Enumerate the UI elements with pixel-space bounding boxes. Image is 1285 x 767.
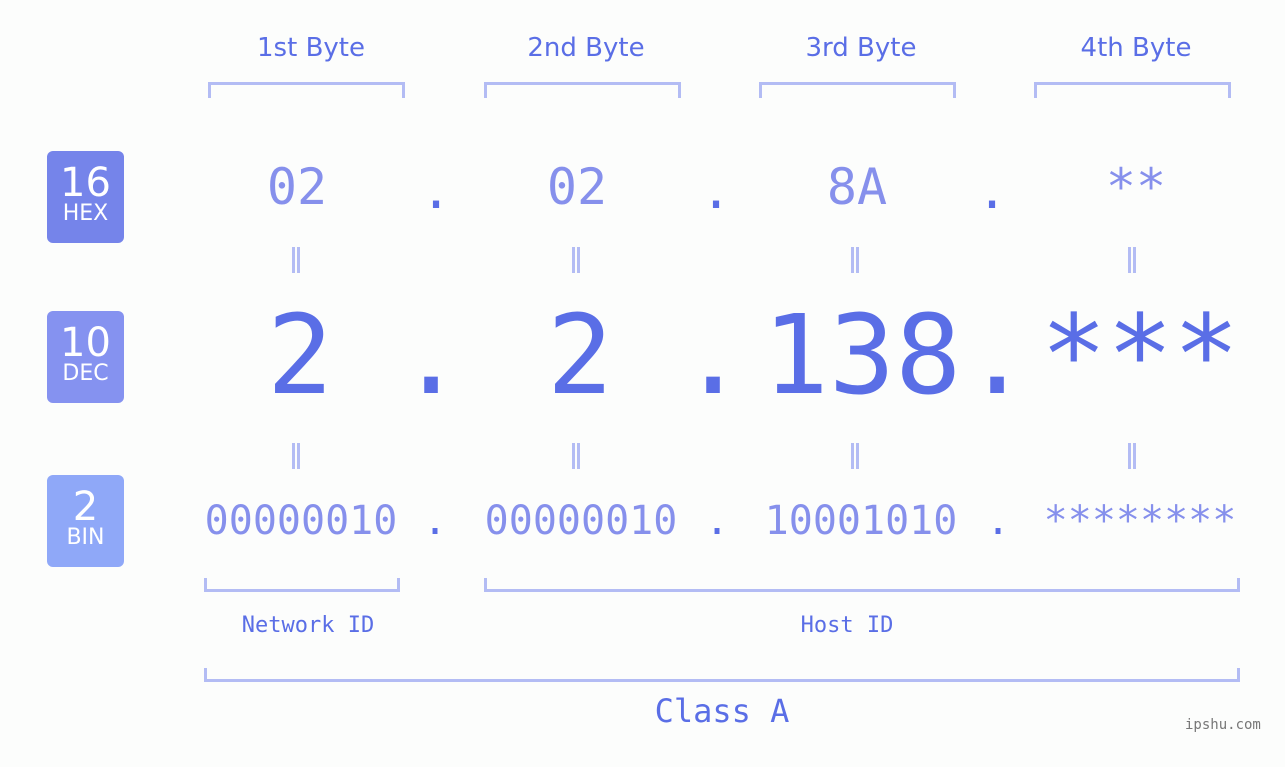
byte-header-4: 4th Byte — [1080, 33, 1192, 63]
hex-separator-2: . — [701, 162, 732, 220]
class-label: Class A — [654, 692, 790, 730]
hex-separator-3: . — [977, 162, 1008, 220]
hex-value-4: ** — [1105, 158, 1167, 216]
byte-header-2: 2nd Byte — [527, 33, 645, 63]
hex-badge: 16 HEX — [47, 151, 124, 243]
bin-value-3: 10001010 — [764, 498, 958, 544]
equals-mark — [851, 443, 859, 469]
host-id-bracket — [484, 578, 1240, 592]
dec-value-3: 138 — [762, 291, 962, 419]
byte-header-3: 3rd Byte — [805, 33, 917, 63]
class-bracket — [204, 668, 1240, 682]
dec-base: 10 — [60, 320, 111, 366]
bin-value-1: 00000010 — [204, 498, 398, 544]
bin-base: 2 — [72, 484, 99, 530]
equals-mark — [292, 443, 300, 469]
dec-value-2: 2 — [546, 291, 614, 419]
equals-mark — [572, 443, 580, 469]
equals-mark — [292, 247, 300, 273]
hex-value-2: 02 — [546, 158, 608, 216]
dec-separator-3: . — [964, 291, 1031, 419]
hex-separator-1: . — [421, 162, 452, 220]
network-id-bracket — [204, 578, 400, 592]
dec-label: DEC — [62, 361, 109, 386]
equals-mark — [1128, 443, 1136, 469]
bin-value-2: 00000010 — [484, 498, 678, 544]
bin-value-4: ******** — [1043, 498, 1237, 544]
bin-label: BIN — [66, 525, 105, 550]
equals-mark — [851, 247, 859, 273]
bin-separator-2: . — [705, 498, 730, 544]
bin-badge: 2 BIN — [47, 475, 124, 567]
bin-separator-1: . — [423, 498, 448, 544]
dec-badge: 10 DEC — [47, 311, 124, 403]
byte-bracket-3 — [759, 82, 956, 98]
byte-header-1: 1st Byte — [257, 33, 365, 63]
hex-base: 16 — [60, 160, 111, 206]
equals-mark — [572, 247, 580, 273]
byte-bracket-2 — [484, 82, 681, 98]
hex-value-3: 8A — [826, 158, 888, 216]
equals-mark — [1128, 247, 1136, 273]
dec-separator-1: . — [398, 291, 465, 419]
byte-bracket-1 — [208, 82, 405, 98]
hex-value-1: 02 — [266, 158, 328, 216]
host-id-label: Host ID — [800, 613, 894, 638]
hex-label: HEX — [62, 201, 109, 226]
byte-bracket-4 — [1034, 82, 1231, 98]
dec-value-1: 2 — [266, 291, 334, 419]
dec-separator-2: . — [680, 291, 747, 419]
dec-value-4: *** — [1040, 291, 1240, 419]
bin-separator-3: . — [986, 498, 1011, 544]
watermark: ipshu.com — [1185, 717, 1261, 733]
network-id-label: Network ID — [241, 613, 375, 638]
